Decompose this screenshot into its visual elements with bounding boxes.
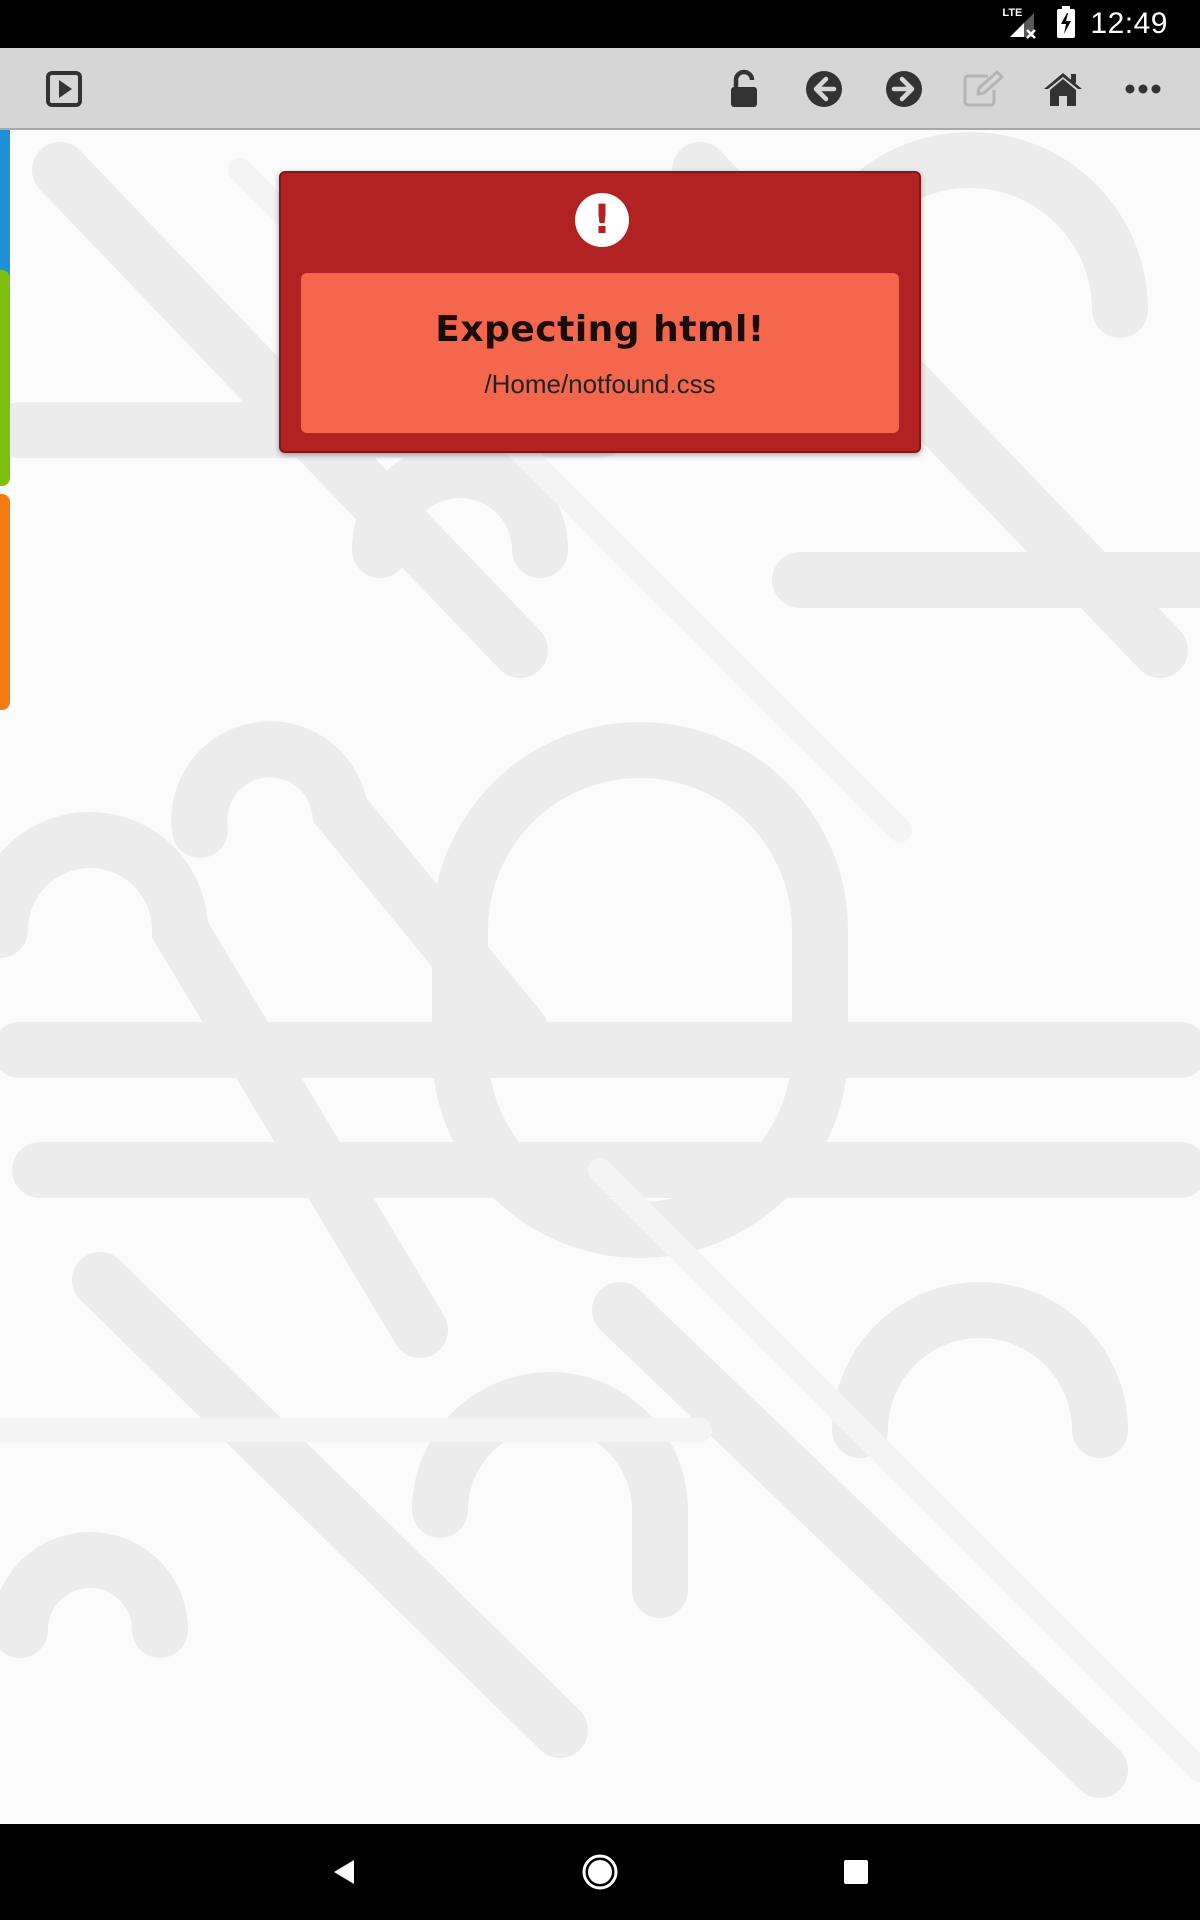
battery-charging-icon — [1056, 5, 1076, 43]
status-bar: LTE 12:49 — [0, 0, 1200, 48]
error-message-box: Expecting html! /Home/notfound.css — [301, 273, 899, 433]
system-nav-bar — [0, 1824, 1200, 1920]
home-icon — [1044, 73, 1082, 106]
exclamation-icon: ! — [575, 193, 629, 247]
back-arrow-icon — [806, 71, 842, 107]
play-icon — [46, 71, 82, 107]
nav-back-button[interactable] — [316, 1844, 372, 1900]
forward-arrow-icon — [886, 71, 922, 107]
nav-recents-button[interactable] — [828, 1844, 884, 1900]
content-area: ! Expecting html! /Home/notfound.css — [0, 130, 1200, 1824]
more-options-button[interactable] — [1119, 65, 1167, 113]
more-icon — [1125, 84, 1161, 94]
status-indicators: LTE 12:49 — [1002, 0, 1168, 48]
error-path: /Home/notfound.css — [484, 369, 716, 399]
recents-square-icon — [844, 1860, 868, 1884]
error-title: Expecting html! — [435, 309, 765, 350]
edit-button[interactable] — [959, 65, 1007, 113]
error-dialog: ! Expecting html! /Home/notfound.css — [279, 171, 921, 453]
edit-icon — [963, 70, 1004, 107]
unlock-icon — [731, 69, 757, 107]
signal-icon: LTE — [1002, 7, 1042, 41]
home-circle-icon — [582, 1854, 618, 1890]
unlock-button[interactable] — [720, 65, 768, 113]
clock: 12:49 — [1090, 7, 1168, 40]
side-tab-green[interactable] — [0, 270, 10, 486]
side-tab-orange[interactable] — [0, 494, 10, 710]
home-button[interactable] — [1039, 65, 1087, 113]
nav-home-button[interactable] — [572, 1844, 628, 1900]
back-button[interactable] — [800, 65, 848, 113]
forward-button[interactable] — [880, 65, 928, 113]
app-toolbar — [0, 48, 1200, 130]
back-triangle-icon — [334, 1860, 354, 1884]
play-button[interactable] — [40, 65, 88, 113]
